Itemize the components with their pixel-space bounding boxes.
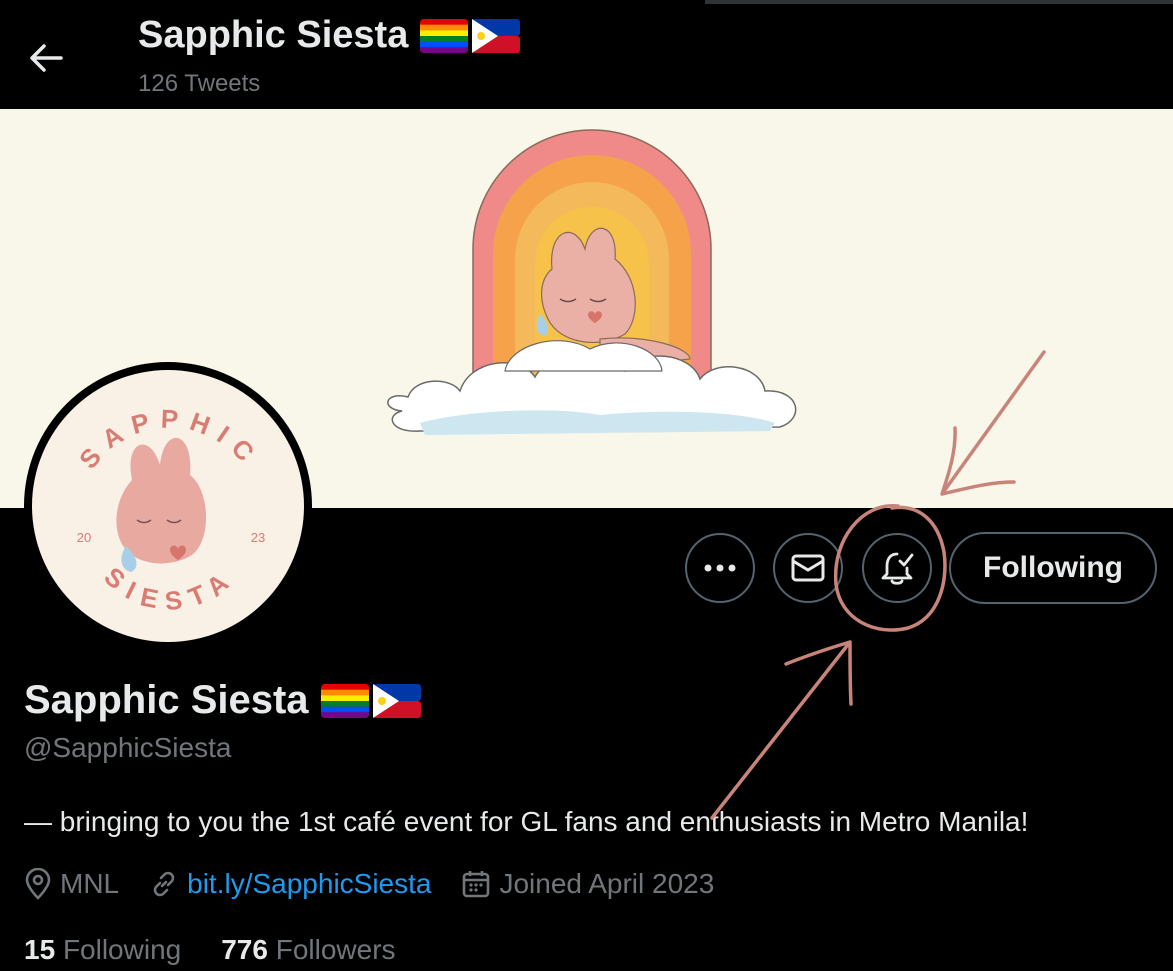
followers-count: 776 [221, 934, 268, 965]
pride-flag-icon [420, 18, 469, 53]
bell-check-icon [881, 552, 914, 585]
back-arrow-icon [30, 44, 63, 72]
annotation-arrow-bottom [710, 640, 853, 820]
profile-handle: @SapphicSiesta [24, 732, 232, 763]
website-item[interactable]: bit.ly/SapphicSiesta [149, 868, 431, 900]
message-button[interactable] [773, 533, 843, 603]
tweet-count: 126 Tweets [138, 70, 261, 97]
calendar-icon [463, 871, 490, 898]
philippines-flag-icon [472, 18, 521, 53]
following-label: Following [62, 934, 182, 965]
header-name-text: Sapphic Siesta [138, 14, 409, 56]
joined-text: Joined April 2023 [499, 868, 715, 899]
link-icon [153, 871, 175, 897]
following-button[interactable]: Following [949, 532, 1157, 604]
avatar-year-right: 23 [251, 530, 265, 545]
avatar-year-left: 20 [77, 530, 91, 545]
avatar-logo: SAPPHIC SIESTA 20 23 [73, 403, 265, 616]
followers-label: Followers [275, 934, 396, 965]
philippines-flag-icon [372, 683, 421, 718]
joined-item: Joined April 2023 [461, 868, 714, 900]
top-divider [705, 0, 1173, 4]
following-count-link[interactable]: 15 Following [24, 934, 181, 966]
location-pin-icon [25, 868, 51, 900]
location-item: MNL [24, 868, 119, 900]
follow-counts: 15 Following 776 Followers [24, 934, 436, 966]
more-icon [704, 564, 736, 572]
more-button[interactable] [685, 533, 755, 603]
envelope-icon [791, 554, 825, 582]
back-button[interactable] [22, 36, 70, 80]
notifications-button[interactable] [862, 533, 932, 603]
website-link[interactable]: bit.ly/SapphicSiesta [187, 868, 431, 900]
header-title: Sapphic Siesta [138, 14, 521, 57]
followers-count-link[interactable]: 776 Followers [221, 934, 395, 966]
profile-name: Sapphic Siesta [24, 678, 421, 723]
profile-name-text: Sapphic Siesta [24, 678, 309, 722]
avatar-bottom-text: SIESTA [98, 561, 231, 616]
profile-bio: — bringing to you the 1st café event for… [24, 806, 1029, 837]
avatar[interactable]: SAPPHIC SIESTA 20 23 [24, 362, 312, 650]
svg-text:SIESTA: SIESTA [98, 561, 241, 616]
location-text: MNL [60, 868, 120, 899]
following-count: 15 [24, 934, 56, 965]
profile-meta: MNL bit.ly/SapphicSiesta Joined April 20… [24, 868, 744, 900]
pride-flag-icon [320, 683, 369, 718]
